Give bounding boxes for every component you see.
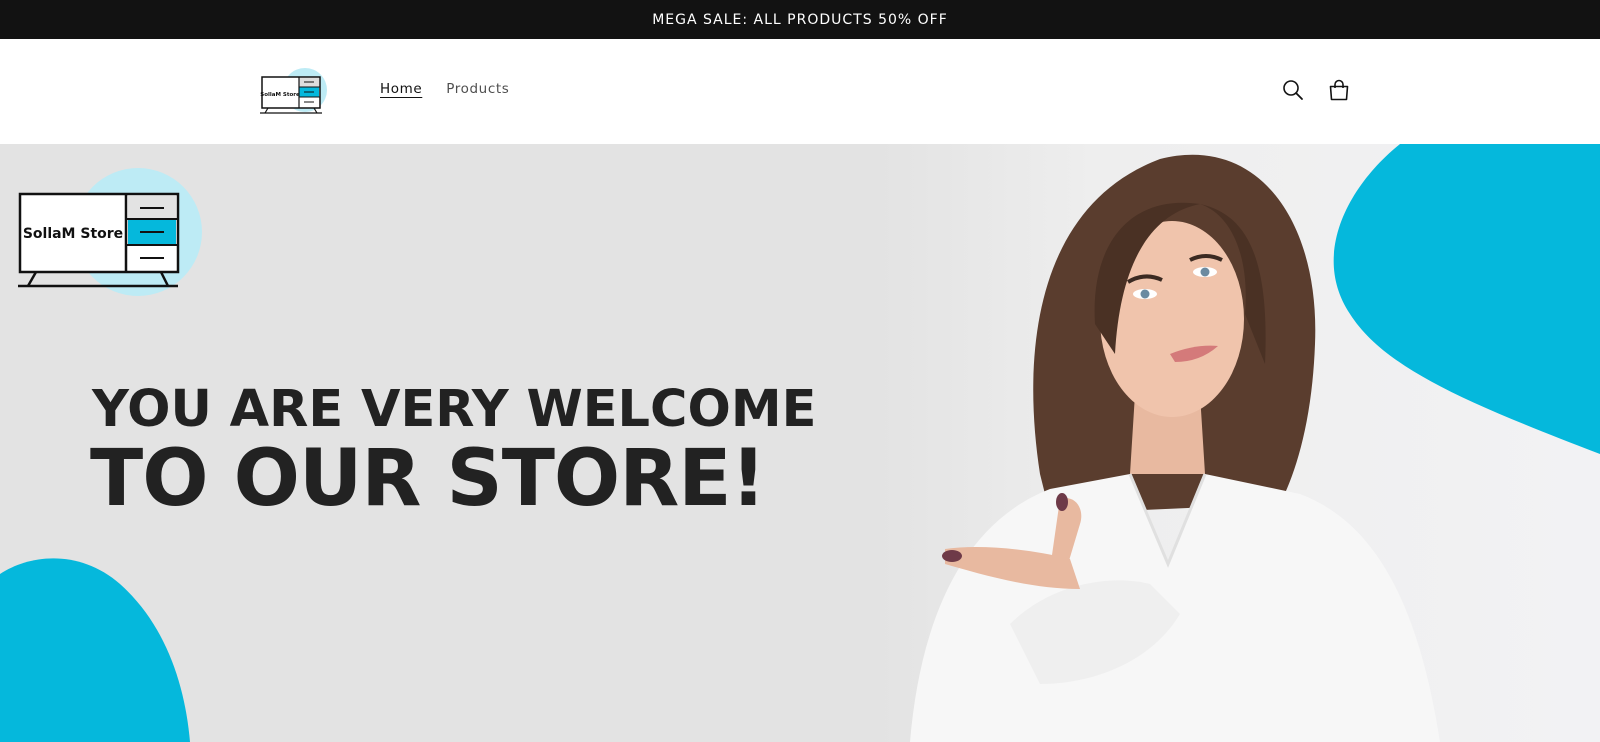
accent-blob-left [0, 558, 190, 742]
announcement-text: MEGA SALE: ALL PRODUCTS 50% OFF [652, 11, 948, 28]
search-button[interactable] [1280, 77, 1306, 103]
main-nav: Home Products [380, 81, 509, 97]
nav-products-link[interactable]: Products [446, 81, 509, 97]
hero-headline-line1: YOU ARE VERY WELCOME [92, 380, 817, 439]
store-logo-icon: SollaM Store [260, 68, 327, 114]
cart-button[interactable] [1326, 77, 1352, 103]
cart-icon [1329, 79, 1349, 101]
hero-logo-text: SollaM Store [23, 226, 123, 242]
site-header: SollaM Store Home Products [0, 39, 1600, 144]
header-icons [1280, 77, 1352, 103]
header-logo-link[interactable]: SollaM Store [260, 66, 330, 116]
hero-person-image [910, 154, 1440, 742]
nav-home-link[interactable]: Home [380, 81, 422, 97]
announcement-bar: MEGA SALE: ALL PRODUCTS 50% OFF [0, 0, 1600, 39]
hero-banner: SollaM Store YOU ARE VERY WELCOME TO OUR… [0, 144, 1600, 742]
hero-headline-line2: TO OUR STORE! [90, 434, 766, 524]
search-icon [1283, 80, 1303, 100]
hero-store-logo-icon: SollaM Store [18, 168, 202, 296]
header-logo-text: SollaM Store [260, 92, 300, 98]
